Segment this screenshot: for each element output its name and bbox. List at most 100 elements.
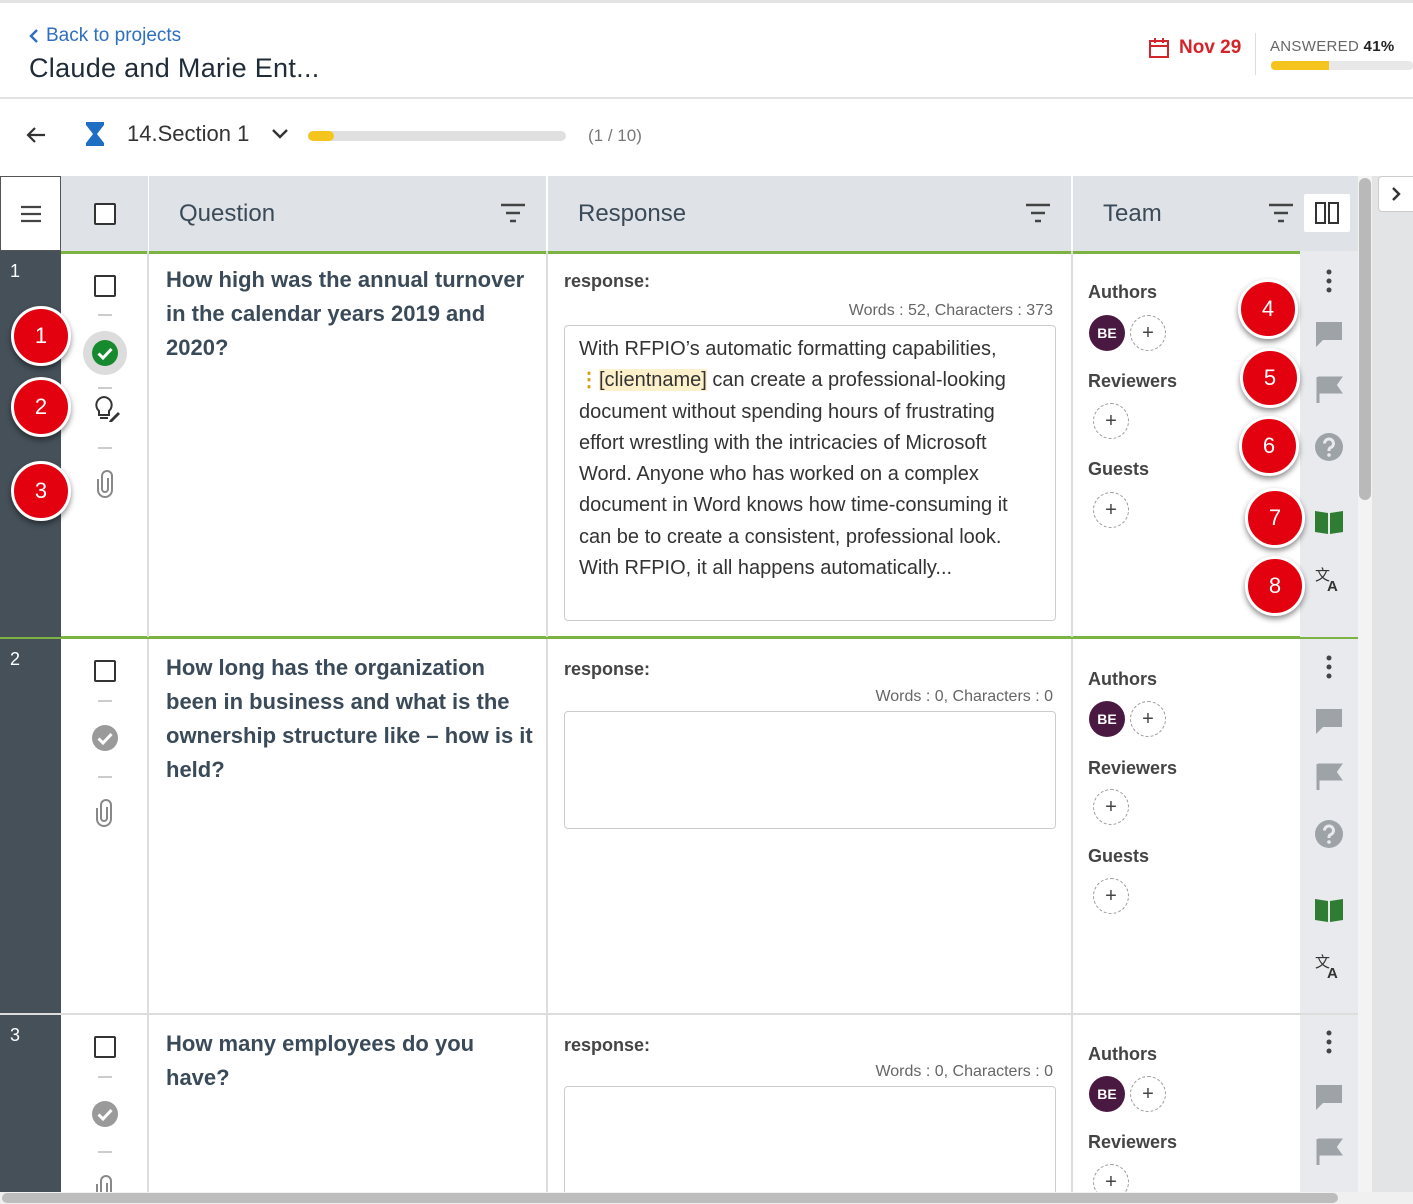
lightbulb-edit-icon[interactable] <box>92 394 122 424</box>
book-open-icon[interactable] <box>1314 894 1344 924</box>
answered-status: ANSWERED 41% <box>1270 38 1394 55</box>
avatar[interactable]: BE <box>1089 315 1125 351</box>
divider <box>98 387 112 389</box>
flag-icon[interactable] <box>1314 762 1344 792</box>
comment-icon[interactable] <box>1314 1082 1344 1112</box>
merge-tag[interactable]: [clientname] <box>599 369 707 392</box>
question-cell[interactable]: How many employees do you have? <box>149 1015 548 1192</box>
add-reviewer-button[interactable]: + <box>1093 789 1129 825</box>
add-author-button[interactable]: + <box>1130 315 1166 351</box>
due-date[interactable]: Nov 29 <box>1148 37 1241 59</box>
filter-icon[interactable] <box>499 202 527 224</box>
filter-icon[interactable] <box>1024 202 1052 224</box>
comment-icon[interactable] <box>1314 706 1344 736</box>
callout-badge: 6 <box>1239 416 1299 476</box>
columns-layout-icon[interactable] <box>1304 194 1350 232</box>
response-text-start: With RFPIO’s automatic formatting capabi… <box>579 338 997 360</box>
calendar-icon <box>1149 38 1169 58</box>
paperclip-icon[interactable] <box>93 1175 115 1192</box>
row-actions: 文A <box>1300 251 1358 637</box>
check-circle-icon[interactable] <box>91 1100 119 1128</box>
paperclip-icon[interactable] <box>94 470 116 498</box>
chevron-down-icon[interactable] <box>270 126 290 142</box>
header-divider <box>1255 33 1256 75</box>
arrow-left-icon[interactable] <box>24 123 48 147</box>
more-vertical-icon[interactable] <box>1314 266 1344 296</box>
divider <box>98 1151 112 1153</box>
expand-panel-button[interactable] <box>1378 176 1413 212</box>
row-checkbox[interactable] <box>94 660 116 682</box>
divider <box>98 700 112 702</box>
translate-icon[interactable]: 文A <box>1314 564 1344 594</box>
svg-text:A: A <box>1327 965 1338 981</box>
response-cell: response: Words : 0, Characters : 0 <box>548 639 1073 1013</box>
back-to-projects-link[interactable]: Back to projects <box>28 25 181 47</box>
flag-icon[interactable] <box>1314 375 1344 405</box>
table-row[interactable]: 3 How many employees do you have? respon… <box>0 1015 1358 1192</box>
column-response: Response <box>548 176 1073 251</box>
chevron-right-icon <box>1392 187 1401 201</box>
response-cell: response: Words : 0, Characters : 0 <box>548 1015 1073 1192</box>
section-question-count: (1 / 10) <box>588 126 642 145</box>
divider <box>98 447 112 449</box>
add-guest-button[interactable]: + <box>1093 492 1129 528</box>
vertical-scrollbar-thumb[interactable] <box>1359 178 1371 500</box>
avatar[interactable]: BE <box>1089 701 1125 737</box>
add-reviewer-button[interactable]: + <box>1093 1164 1129 1192</box>
add-guest-button[interactable]: + <box>1093 878 1129 914</box>
table-row[interactable]: 1 How high was the annual turnover in th… <box>0 251 1358 639</box>
section-progress-bar <box>308 131 566 141</box>
row-status-cell <box>61 639 149 1013</box>
chevron-left-icon <box>29 29 38 43</box>
column-team: Team <box>1073 176 1300 251</box>
add-reviewer-button[interactable]: + <box>1093 403 1129 439</box>
filter-icon[interactable] <box>1267 202 1295 224</box>
select-all-checkbox[interactable] <box>61 176 149 251</box>
row-status-cell <box>61 251 149 637</box>
section-name[interactable]: 14.Section 1 <box>127 121 249 147</box>
callout-badge: 3 <box>11 461 71 521</box>
comment-icon[interactable] <box>1314 319 1344 349</box>
right-side-rail <box>1372 176 1413 1204</box>
drag-handle-icon[interactable]: ⋮ <box>579 369 599 391</box>
book-open-icon[interactable] <box>1314 506 1344 536</box>
row-actions: 文A <box>1300 639 1358 1013</box>
divider <box>98 1076 112 1078</box>
word-count: Words : 52, Characters : 373 <box>848 302 1053 319</box>
question-icon[interactable] <box>1314 819 1344 849</box>
paperclip-icon[interactable] <box>93 799 115 827</box>
response-cell: response: Words : 52, Characters : 373 W… <box>548 251 1073 637</box>
more-vertical-icon[interactable] <box>1314 1027 1344 1057</box>
response-text-end: can create a professional-looking docume… <box>579 369 1008 580</box>
row-checkbox[interactable] <box>94 275 116 297</box>
callout-badge: 1 <box>11 306 71 366</box>
divider <box>98 314 112 316</box>
add-author-button[interactable]: + <box>1130 701 1166 737</box>
response-editor[interactable] <box>564 1086 1056 1192</box>
callout-badge: 4 <box>1238 279 1298 339</box>
row-status-cell <box>61 1015 149 1192</box>
project-title: Claude and Marie Ent... <box>29 53 320 83</box>
flag-icon[interactable] <box>1314 1137 1344 1167</box>
svg-text:A: A <box>1327 578 1338 594</box>
question-icon[interactable] <box>1314 432 1344 462</box>
question-cell[interactable]: How long has the organization been in bu… <box>149 639 548 1013</box>
question-cell[interactable]: How high was the annual turnover in the … <box>149 251 548 637</box>
more-vertical-icon[interactable] <box>1314 652 1344 682</box>
check-circle-icon[interactable] <box>83 331 127 375</box>
add-author-button[interactable]: + <box>1130 1076 1166 1112</box>
table-row[interactable]: 2 How long has the organization been in … <box>0 639 1358 1015</box>
horizontal-scrollbar-thumb[interactable] <box>2 1193 1338 1203</box>
check-circle-icon[interactable] <box>91 724 119 752</box>
row-checkbox[interactable] <box>94 1036 116 1058</box>
hamburger-icon[interactable] <box>0 176 61 251</box>
translate-icon[interactable]: 文A <box>1314 951 1344 981</box>
response-editor[interactable]: With RFPIO’s automatic formatting capabi… <box>564 325 1056 621</box>
authors-label: Authors <box>1088 282 1157 302</box>
response-editor[interactable] <box>564 711 1056 829</box>
response-label: response: <box>564 659 651 679</box>
answered-progress-fill <box>1271 61 1330 70</box>
avatar[interactable]: BE <box>1089 1076 1125 1112</box>
question-text: How many employees do you have? <box>166 1031 475 1090</box>
reviewers-label: Reviewers <box>1088 758 1178 778</box>
